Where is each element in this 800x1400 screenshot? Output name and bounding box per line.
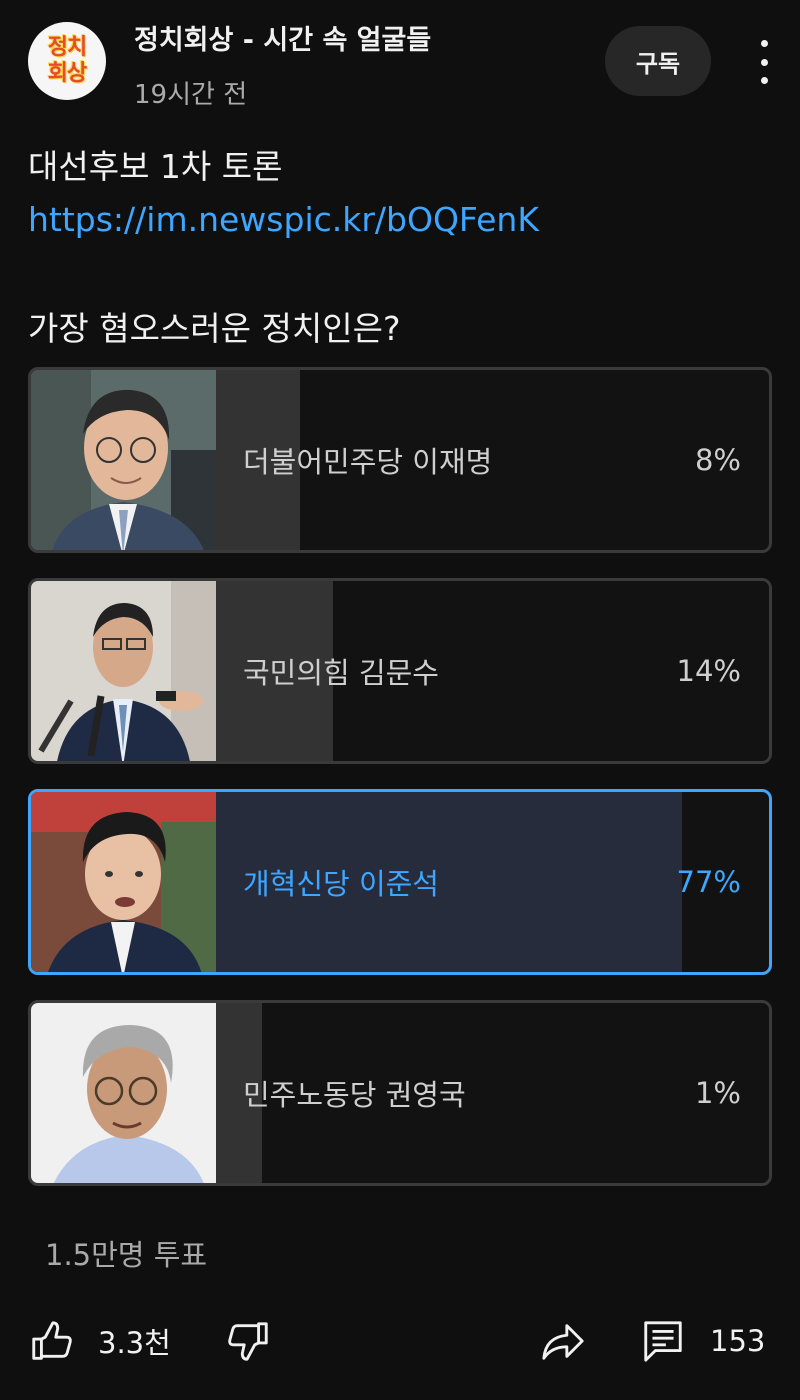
- comments-button[interactable]: 153: [640, 1306, 765, 1376]
- more-vert-icon[interactable]: [752, 40, 776, 84]
- share-icon: [542, 1324, 584, 1360]
- poll-option-percent: 1%: [694, 1076, 741, 1110]
- poll-option-percent: 8%: [694, 443, 741, 477]
- poll-option-percent: 77%: [676, 865, 741, 899]
- like-icon: [32, 1321, 72, 1360]
- action-bar: 3.3천 153: [28, 1306, 772, 1376]
- poll-option[interactable]: 개혁신당 이준석 77%: [28, 789, 772, 975]
- poll-options: 더불어민주당 이재명 8% 국민의힘 김문수 14% 개혁신당 이준석 77% …: [28, 367, 772, 1211]
- like-count: 3.3천: [98, 1326, 171, 1360]
- channel-avatar[interactable]: 정치 회상: [28, 22, 106, 100]
- poll-option[interactable]: 민주노동당 권영국 1%: [28, 1000, 772, 1186]
- dislike-icon: [228, 1322, 268, 1361]
- candidate-photo: [31, 581, 216, 761]
- channel-name[interactable]: 정치회상 - 시간 속 얼굴들: [134, 18, 431, 57]
- poll-option-label: 국민의힘 김문수: [243, 656, 439, 690]
- dislike-button[interactable]: [226, 1306, 272, 1376]
- candidate-photo: [31, 792, 216, 972]
- poll-option-percent: 14%: [676, 654, 741, 688]
- poll-option[interactable]: 더불어민주당 이재명 8%: [28, 367, 772, 553]
- avatar-logo-line1: 정치: [47, 35, 87, 60]
- post-text: 대선후보 1차 토론: [28, 147, 283, 186]
- comment-count: 153: [710, 1324, 766, 1358]
- poll-option-label: 개혁신당 이준석: [243, 867, 439, 901]
- poll-option[interactable]: 국민의힘 김문수 14%: [28, 578, 772, 764]
- candidate-photo: [31, 1003, 216, 1183]
- poll-option-label: 민주노동당 권영국: [243, 1078, 466, 1112]
- post-link[interactable]: https://im.newspic.kr/bOQFenK: [28, 200, 539, 239]
- avatar-logo-line2: 회상: [47, 61, 87, 86]
- like-button[interactable]: 3.3천: [28, 1306, 171, 1376]
- poll-question: 가장 혐오스러운 정치인은?: [28, 309, 401, 348]
- vote-count: 1.5만명 투표: [45, 1238, 208, 1272]
- comment-icon: [644, 1321, 682, 1362]
- subscribe-button[interactable]: 구독: [605, 26, 711, 96]
- poll-option-label: 더불어민주당 이재명: [243, 445, 493, 479]
- share-button[interactable]: [540, 1306, 586, 1376]
- candidate-photo: [31, 370, 216, 550]
- post-header: 정치 회상 정치회상 - 시간 속 얼굴들 19시간 전 구독: [28, 18, 772, 110]
- post-time: 19시간 전: [134, 80, 248, 110]
